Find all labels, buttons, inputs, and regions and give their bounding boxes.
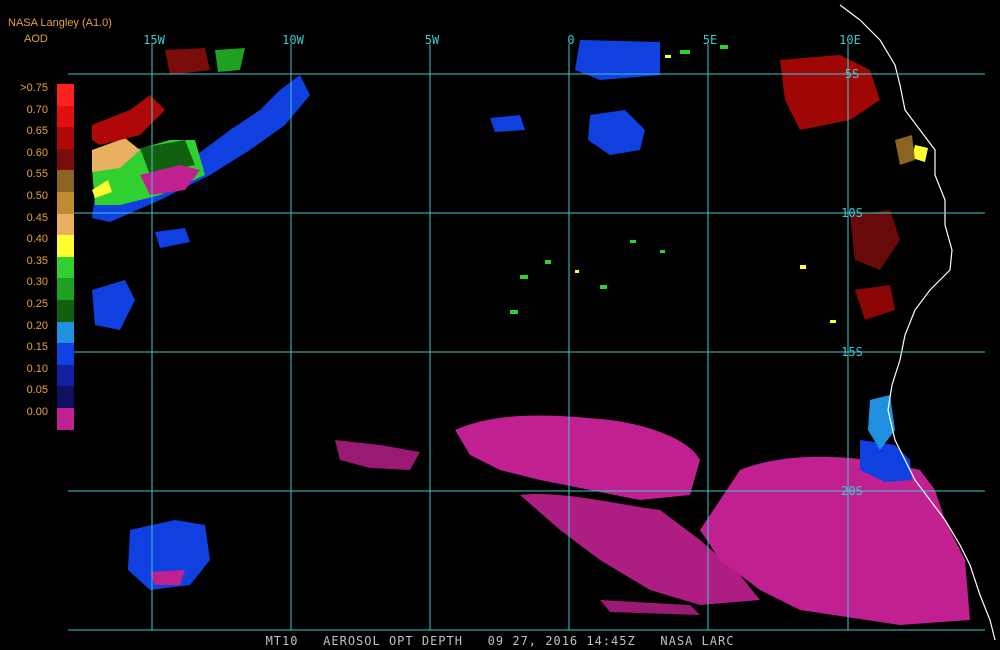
- aod-speck-3: [600, 285, 607, 289]
- latitude-label: 5S: [845, 67, 859, 81]
- aod-region-low-central: [455, 415, 700, 500]
- legend-label: 0.70: [26, 103, 48, 116]
- legend-swatch: [57, 148, 74, 171]
- longitude-label: 0: [567, 33, 574, 47]
- aod-plume-nw-darkred: [165, 48, 210, 75]
- legend-label: 0.00: [26, 406, 48, 418]
- legend-swatch: [57, 278, 74, 300]
- aod-blue-patch-3: [92, 280, 135, 330]
- aod-plume-nw-green2: [215, 48, 245, 72]
- aod-high-east-1: [780, 55, 880, 130]
- legend-swatch: [57, 408, 74, 430]
- legend-swatch: [57, 300, 74, 322]
- aod-speck-10: [800, 265, 806, 269]
- aod-speck-6: [510, 310, 518, 314]
- aod-plume-nw-red: [92, 95, 165, 145]
- legend-swatch: [57, 343, 74, 365]
- legend-swatch: [57, 321, 74, 344]
- aod-region-low-sw: [335, 440, 420, 470]
- legend-swatch: [57, 105, 74, 128]
- legend-swatch: [57, 213, 74, 236]
- footer-caption: MT10 AEROSOL OPT DEPTH 09 27, 2016 14:45…: [0, 634, 1000, 648]
- legend-label: 0.40: [26, 233, 48, 246]
- longitude-label: 5W: [425, 33, 440, 47]
- aod-patches: [92, 40, 970, 625]
- longitude-label: 15W: [143, 33, 165, 47]
- aod-speck-5: [660, 250, 665, 253]
- aerosol-map: 15W 10W 5W 0 5E 10E 5S 10S 15S 20S: [68, 4, 996, 641]
- legend-label: 0.20: [26, 319, 48, 332]
- aod-speck-1: [520, 275, 528, 279]
- legend-label: >0.75: [20, 82, 48, 94]
- legend-swatch: [57, 84, 74, 106]
- legend-label: 0.60: [26, 146, 48, 159]
- source-label: NASA Langley (A1.0): [8, 17, 112, 29]
- aod-blue-patch-1: [588, 110, 645, 155]
- legend-label: 0.30: [26, 276, 48, 289]
- legend-label: 0.50: [26, 190, 48, 202]
- legend-label: 0.35: [26, 254, 48, 267]
- legend-swatch: [57, 170, 74, 192]
- longitude-label: 10E: [839, 33, 861, 47]
- aod-high-east-3: [855, 285, 895, 320]
- aod-blue-patch-4: [155, 228, 190, 248]
- footer-agency: NASA LARC: [660, 634, 735, 648]
- latitude-label: 15S: [841, 345, 863, 359]
- legend-label: 0.15: [26, 341, 48, 354]
- aod-specks: [510, 45, 728, 314]
- product-label: AOD: [24, 33, 48, 45]
- legend-label: 0.10: [26, 362, 48, 375]
- legend-swatch: [57, 192, 74, 214]
- aod-speck-2: [545, 260, 551, 264]
- legend-label: 0.25: [26, 298, 48, 310]
- aod-speck-9: [665, 55, 671, 58]
- legend-label: 0.45: [26, 211, 48, 224]
- legend-label: 0.05: [26, 384, 48, 397]
- footer-satellite: MT10: [265, 634, 299, 648]
- longitude-label: 10W: [282, 33, 304, 47]
- legend-swatch: [57, 386, 74, 408]
- legend-swatch: [57, 235, 74, 257]
- footer-datetime: 09 27, 2016 14:45Z: [487, 634, 636, 648]
- aod-high-east-5: [895, 135, 915, 165]
- aod-speck-12: [575, 270, 579, 273]
- aod-speck-4: [630, 240, 636, 243]
- legend-swatch: [57, 256, 74, 279]
- aod-pink-southwest: [150, 570, 185, 585]
- longitude-label: 5E: [703, 33, 717, 47]
- legend-label: 0.55: [26, 168, 48, 181]
- latitude-label: 10S: [841, 206, 863, 220]
- legend-label: 0.65: [26, 125, 48, 138]
- aod-blue-patch-2: [490, 115, 525, 132]
- legend-swatch: [57, 364, 74, 387]
- legend-swatch: [57, 127, 74, 149]
- aod-speck-11: [830, 320, 836, 323]
- footer-product: AEROSOL OPT DEPTH: [323, 634, 463, 648]
- latitude-label: 20S: [841, 484, 863, 498]
- aod-speck-8: [720, 45, 728, 49]
- aod-speck-7: [680, 50, 690, 54]
- aod-region-low-strip: [600, 600, 700, 615]
